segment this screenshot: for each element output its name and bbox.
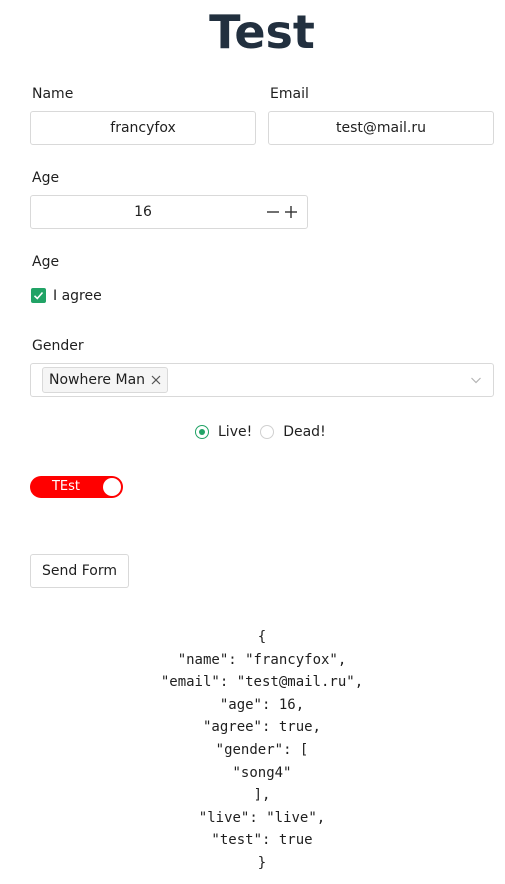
agree-label[interactable]: I agree: [53, 287, 102, 305]
toggle-knob: [103, 478, 121, 496]
live-radio-group: Live! Dead!: [195, 423, 326, 441]
radio-dead-label[interactable]: Dead!: [283, 424, 325, 440]
close-icon[interactable]: [151, 375, 161, 385]
json-line: }: [257, 854, 267, 871]
email-label: Email: [270, 86, 309, 102]
json-line: "name": "francyfox",: [177, 651, 347, 668]
json-line: {: [257, 629, 267, 645]
gender-label: Gender: [32, 338, 84, 354]
gender-select[interactable]: Nowhere Man: [30, 363, 494, 397]
age-number-input[interactable]: 16: [30, 195, 308, 229]
age-label: Age: [32, 170, 60, 186]
json-line: "song4": [232, 764, 292, 781]
plus-icon[interactable]: [283, 204, 299, 220]
age-value[interactable]: 16: [31, 196, 255, 228]
agree-checkbox[interactable]: [31, 288, 46, 303]
radio-live-label[interactable]: Live!: [218, 424, 252, 440]
json-line: "live": "live",: [198, 809, 326, 826]
json-line: "gender": [: [215, 741, 309, 758]
name-label: Name: [32, 86, 74, 102]
chevron-down-icon[interactable]: [470, 374, 482, 386]
email-input[interactable]: test@mail.ru: [268, 111, 494, 145]
json-line: "email": "test@mail.ru",: [160, 674, 364, 691]
gender-tag-label: Nowhere Man: [49, 372, 146, 388]
gender-tag: Nowhere Man: [42, 367, 169, 393]
agree-section-label: Age: [32, 254, 60, 270]
json-line: "test": true: [211, 832, 313, 849]
test-toggle[interactable]: TEst: [30, 476, 123, 498]
json-output: { "name": "francyfox", "email": "test@mail…: [0, 626, 505, 875]
json-line: "agree": true,: [202, 719, 321, 736]
toggle-label: TEst: [51, 479, 81, 494]
json-line: "age": 16,: [219, 696, 305, 713]
name-input[interactable]: francyfox: [30, 111, 256, 145]
minus-icon[interactable]: [265, 204, 281, 220]
check-icon: [33, 291, 44, 300]
send-form-button[interactable]: Send Form: [30, 554, 129, 588]
form-page: Test Name francyfox Email test@mail.ru A…: [0, 0, 505, 884]
page-title: Test: [209, 5, 315, 59]
json-line: ],: [253, 787, 271, 804]
radio-live[interactable]: [195, 425, 209, 439]
radio-dead[interactable]: [260, 425, 275, 439]
